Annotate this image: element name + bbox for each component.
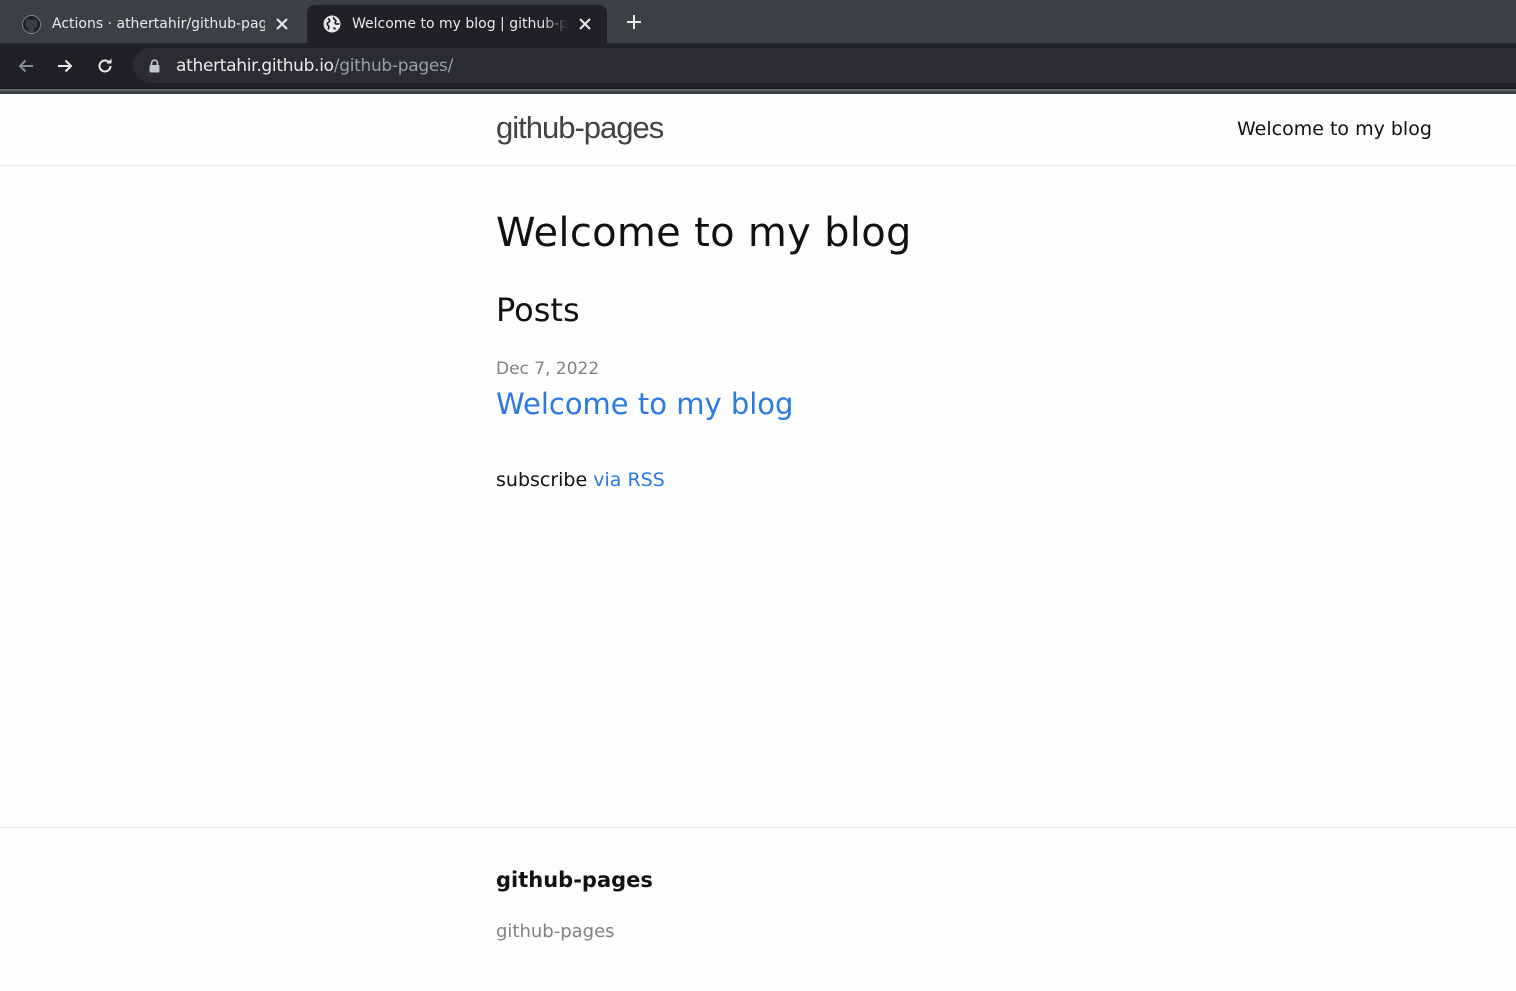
rss-prefix: subscribe — [496, 469, 588, 491]
rss-link[interactable]: via RSS — [593, 469, 665, 491]
site-title-link[interactable]: github-pages — [496, 110, 664, 146]
back-icon[interactable] — [12, 52, 40, 80]
lock-icon[interactable] — [149, 58, 163, 74]
new-tab-icon[interactable] — [621, 9, 647, 35]
tab-title: Welcome to my blog | github-pages — [352, 16, 568, 32]
url-host: athertahir.github.io — [176, 55, 334, 76]
browser-toolbar: athertahir.github.io/github-pages/ — [0, 43, 1516, 89]
post-link[interactable]: Welcome to my blog — [496, 387, 793, 421]
close-icon[interactable] — [271, 13, 293, 35]
globe-icon — [322, 15, 341, 34]
url-path: /github-pages/ — [333, 55, 454, 76]
footer-name: github-pages — [496, 921, 615, 942]
tab-strip: Actions · athertahir/github-pages Welcom… — [0, 0, 1516, 43]
github-icon — [22, 14, 41, 34]
toolbar-border — [0, 89, 1516, 91]
tab-welcome-blog[interactable]: Welcome to my blog | github-pages — [307, 5, 607, 43]
forward-icon[interactable] — [51, 52, 79, 80]
post-date: Dec 7, 2022 — [496, 359, 600, 379]
close-icon[interactable] — [574, 13, 596, 35]
footer-heading: github-pages — [496, 868, 653, 892]
tab-title: Actions · athertahir/github-pages — [52, 16, 265, 32]
posts-heading: Posts — [496, 291, 580, 329]
reload-icon[interactable] — [91, 52, 119, 80]
page-heading: Welcome to my blog — [496, 210, 912, 256]
address-bar[interactable]: athertahir.github.io/github-pages/ — [133, 48, 1516, 83]
rss-subscribe: subscribe via RSS — [496, 469, 665, 491]
nav-link-welcome[interactable]: Welcome to my blog — [1237, 118, 1432, 140]
site-footer: github-pages github-pages — [0, 827, 1516, 991]
site-header: github-pages Welcome to my blog — [0, 94, 1516, 166]
tab-actions[interactable]: Actions · athertahir/github-pages — [8, 5, 304, 43]
